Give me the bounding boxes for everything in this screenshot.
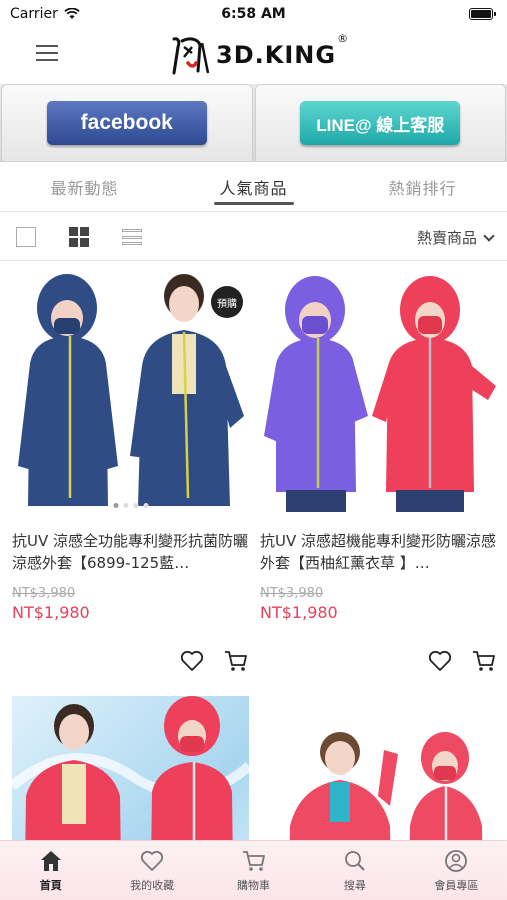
- social-banner: facebook LINE@ 線上客服: [0, 84, 507, 162]
- favorite-heart-icon[interactable]: [179, 648, 205, 674]
- sort-dropdown[interactable]: 熱賣商品: [416, 227, 495, 248]
- line-support-button[interactable]: LINE@ 線上客服: [300, 101, 461, 145]
- product-image[interactable]: [260, 696, 497, 840]
- tabbar-search[interactable]: 搜尋: [304, 841, 405, 900]
- product-image[interactable]: [260, 266, 497, 514]
- product-original-price: NT$3,980: [260, 586, 324, 601]
- product-card[interactable]: [260, 696, 497, 840]
- home-icon: [40, 851, 61, 871]
- product-grid: 預購 抗UV 涼感全功能專利變形抗菌防曬涼感外套【6899-125藍… NT$3…: [0, 262, 507, 840]
- product-image[interactable]: 預購: [12, 266, 249, 514]
- product-sale-price: NT$1,980: [12, 603, 90, 622]
- product-photo-icon: [264, 276, 496, 512]
- product-title[interactable]: 抗UV 涼感全功能專利變形抗菌防曬涼感外套【6899-125藍…: [12, 530, 249, 574]
- tabbar-label: 我的收藏: [130, 879, 175, 892]
- app-header: 3D.KING ®: [0, 28, 507, 84]
- tabbar-cart[interactable]: 購物車: [203, 841, 304, 900]
- product-card[interactable]: 預購 抗UV 涼感全功能專利變形抗菌防曬涼感外套【6899-125藍… NT$3…: [12, 266, 249, 671]
- tab-popular[interactable]: 人氣商品: [169, 162, 338, 211]
- sort-label: 熱賣商品: [416, 229, 477, 247]
- product-image[interactable]: [12, 696, 249, 840]
- tabbar-label: 會員專區: [434, 879, 479, 892]
- product-actions: [179, 648, 249, 674]
- logo-registered-mark: ®: [337, 32, 349, 45]
- add-to-cart-icon[interactable]: [223, 648, 249, 674]
- status-bar: Carrier 6:58 AM: [0, 0, 507, 28]
- tab-latest[interactable]: 最新動態: [0, 162, 169, 211]
- tab-best-sellers[interactable]: 熱銷排行: [338, 162, 507, 211]
- product-original-price: NT$3,980: [12, 586, 76, 601]
- add-to-cart-icon[interactable]: [471, 648, 497, 674]
- facebook-button[interactable]: facebook: [46, 101, 207, 145]
- product-actions: [427, 648, 497, 674]
- favorite-heart-icon[interactable]: [427, 648, 453, 674]
- tabbar-label: 搜尋: [343, 879, 366, 892]
- tabbar-favorites[interactable]: 我的收藏: [101, 841, 202, 900]
- product-title[interactable]: 抗UV 涼感超機能專利變形防曬涼感外套【西柚紅薰衣草 】…: [260, 530, 497, 574]
- battery-icon: [469, 8, 496, 20]
- tabbar-label: 首頁: [39, 879, 62, 892]
- single-view-icon[interactable]: [16, 227, 36, 247]
- brand-logo[interactable]: 3D.KING ®: [168, 32, 348, 78]
- preorder-badge: 預購: [211, 286, 243, 318]
- product-photo-icon: [289, 732, 483, 840]
- tabbar-member[interactable]: 會員專區: [406, 841, 507, 900]
- chevron-down-icon: [483, 229, 495, 242]
- content-tabs: 最新動態 人氣商品 熱銷排行: [0, 162, 507, 212]
- bottom-tab-bar: 首頁 我的收藏 購物車 搜尋 會員專區: [0, 840, 507, 900]
- grid-view-icon[interactable]: [69, 227, 89, 247]
- user-icon: [445, 850, 468, 872]
- product-sale-price: NT$1,980: [260, 603, 338, 622]
- tabbar-label: 購物車: [237, 879, 271, 892]
- status-time: 6:58 AM: [221, 6, 286, 22]
- logo-text: 3D.KING: [216, 41, 337, 69]
- tabbar-home[interactable]: 首頁: [0, 841, 101, 900]
- list-view-icon[interactable]: [122, 227, 142, 247]
- facebook-panel: facebook: [1, 84, 253, 162]
- product-card[interactable]: [12, 696, 249, 840]
- search-icon: [345, 851, 365, 871]
- menu-icon[interactable]: [36, 43, 58, 63]
- product-card[interactable]: 抗UV 涼感超機能專利變形防曬涼感外套【西柚紅薰衣草 】… NT$3,980 N…: [260, 266, 497, 671]
- product-photo-icon: [12, 696, 249, 840]
- cart-icon: [242, 851, 265, 871]
- view-toolbar: 熱賣商品: [0, 213, 507, 261]
- line-panel: LINE@ 線上客服: [254, 84, 506, 162]
- heart-icon: [141, 850, 164, 871]
- logo-mark-icon: [172, 37, 210, 75]
- image-pager-dots: [113, 503, 148, 508]
